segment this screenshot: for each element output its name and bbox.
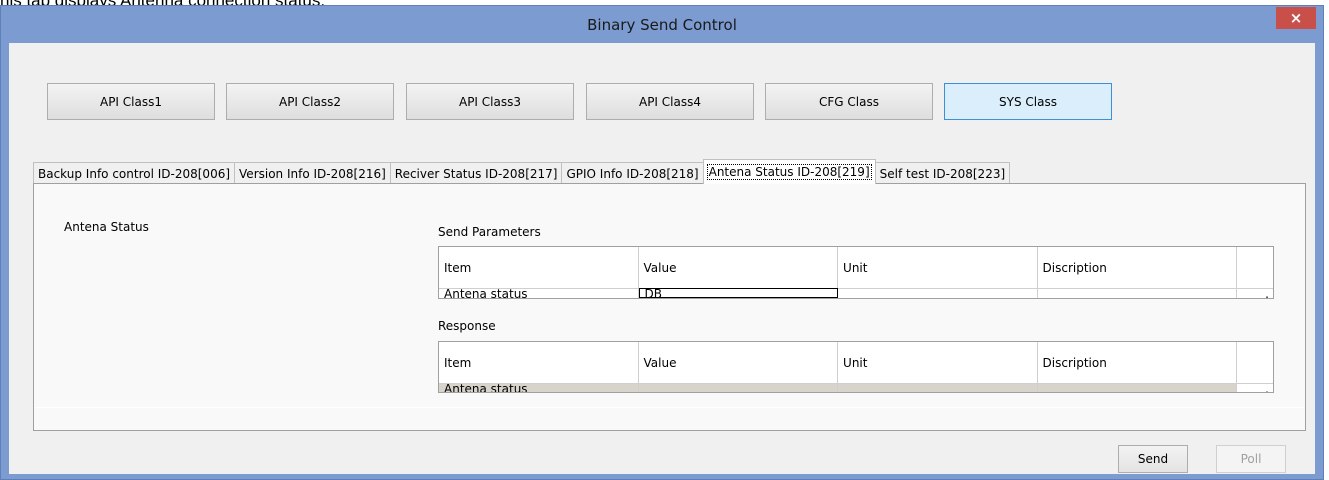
window-title: Binary Send Control [587, 15, 737, 34]
cell-description[interactable] [1037, 288, 1238, 298]
close-icon: × [1289, 9, 1303, 27]
column-header: Unit [838, 247, 1038, 288]
cell-unit[interactable] [838, 288, 1038, 298]
table-row[interactable]: Antena status . [439, 383, 1273, 392]
antena-status-panel: Antena Status Send Parameters Item Value… [33, 183, 1306, 431]
client-area: API Class1 API Class2 API Class3 API Cla… [9, 43, 1315, 474]
panel-heading: Antena Status [64, 220, 149, 234]
tab-label: GPIO Info ID-208[218] [566, 166, 699, 181]
binary-send-control-window: Binary Send Control × API Class1 API Cla… [0, 5, 1324, 480]
cell-value-input[interactable]: DB [638, 288, 839, 298]
column-header-spacer [1237, 247, 1273, 288]
column-header: Item [439, 247, 639, 288]
column-header: Value [639, 342, 839, 383]
grid-header: Item Value Unit Discription [439, 247, 1273, 288]
cell-item[interactable]: Antena status [439, 288, 639, 298]
tab-version-info[interactable]: Version Info ID-208[216] [234, 162, 391, 184]
tab-label: Self test ID-208[223] [879, 166, 1006, 181]
tab-label: Version Info ID-208[216] [239, 166, 386, 181]
row-marker: . [1237, 383, 1273, 392]
tab-reciver-status[interactable]: Reciver Status ID-208[217] [389, 162, 563, 184]
tab-label: Antena Status ID-208[219] [706, 164, 872, 180]
api-class3-button[interactable]: API Class3 [406, 83, 574, 120]
grid-header: Item Value Unit Discription [439, 342, 1273, 383]
tab-self-test[interactable]: Self test ID-208[223] [874, 162, 1011, 184]
table-row[interactable]: Antena status DB . [439, 288, 1273, 298]
sys-class-button[interactable]: SYS Class [944, 83, 1112, 120]
api-class1-button[interactable]: API Class1 [47, 83, 215, 120]
row-marker: . [1237, 288, 1273, 298]
cfg-class-button[interactable]: CFG Class [765, 83, 933, 120]
poll-button[interactable]: Poll [1216, 445, 1286, 473]
tab-antena-status[interactable]: Antena Status ID-208[219] [702, 159, 876, 184]
send-button[interactable]: Send [1118, 445, 1188, 473]
tab-strip: Backup Info control ID-208[006] Version … [33, 159, 1011, 184]
cell-unit [838, 383, 1038, 392]
tab-backup-info[interactable]: Backup Info control ID-208[006] [33, 162, 236, 184]
column-header: Value [639, 247, 839, 288]
cell-item: Antena status [439, 383, 639, 392]
send-parameters-label: Send Parameters [438, 225, 541, 239]
close-button[interactable]: × [1276, 7, 1316, 29]
column-header: Discription [1038, 342, 1238, 383]
tab-label: Reciver Status ID-208[217] [394, 166, 558, 181]
cell-description [1037, 383, 1238, 392]
column-header: Item [439, 342, 639, 383]
column-header-spacer [1237, 342, 1273, 383]
tab-gpio-info[interactable]: GPIO Info ID-208[218] [561, 162, 704, 184]
send-parameters-grid[interactable]: Item Value Unit Discription Antena statu… [438, 246, 1274, 299]
api-class2-button[interactable]: API Class2 [226, 83, 394, 120]
api-class4-button[interactable]: API Class4 [586, 83, 754, 120]
column-header: Unit [838, 342, 1038, 383]
response-grid[interactable]: Item Value Unit Discription Antena statu… [438, 341, 1274, 393]
response-label: Response [438, 319, 496, 333]
title-bar[interactable]: Binary Send Control × [1, 6, 1323, 43]
column-header: Discription [1038, 247, 1238, 288]
panel-divider [34, 407, 1305, 408]
cell-value [638, 383, 839, 392]
tab-label: Backup Info control ID-208[006] [38, 166, 231, 181]
